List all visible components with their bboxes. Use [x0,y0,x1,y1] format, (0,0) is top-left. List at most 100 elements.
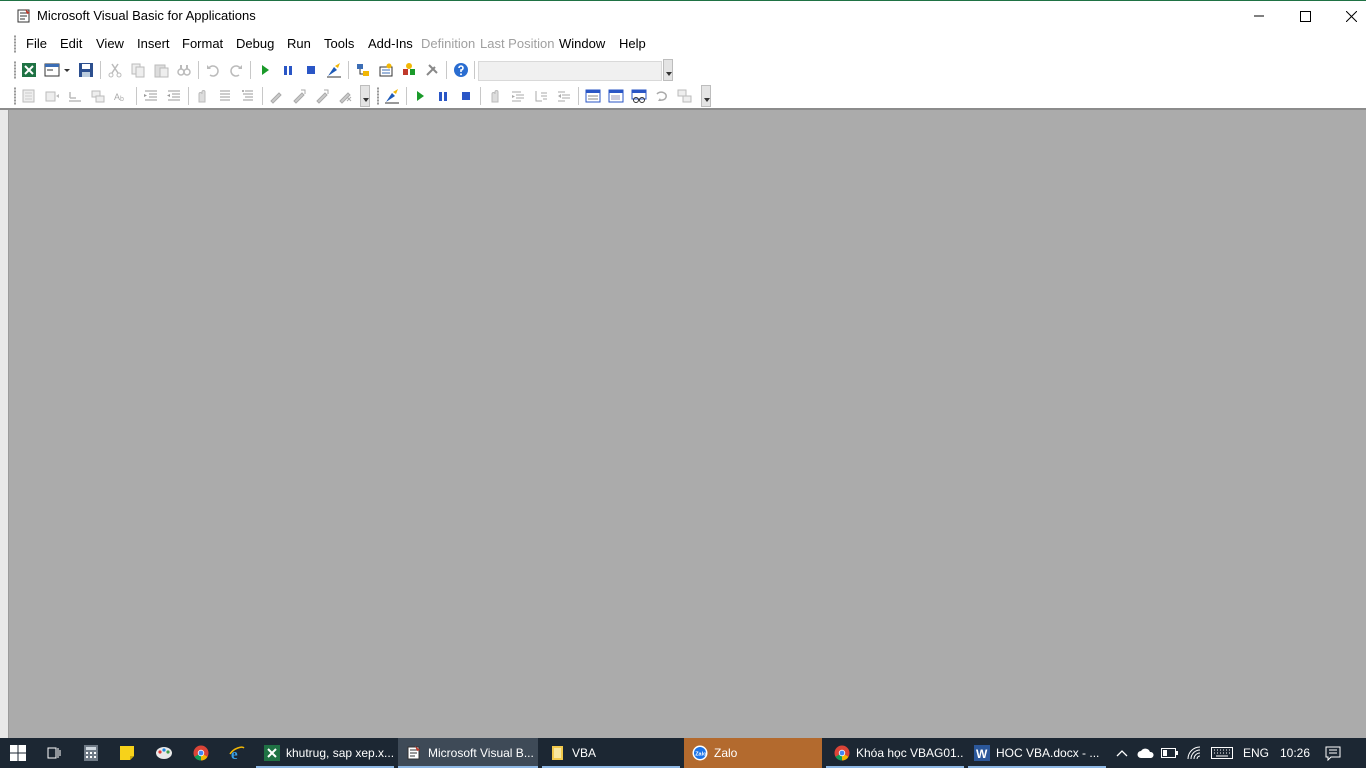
tray-battery[interactable] [1158,738,1182,768]
ie-taskbar-button[interactable]: e [220,738,254,768]
edit-toolbar-overflow-button[interactable] [360,85,370,107]
debug-toolbar [373,83,713,109]
quick-watch-icon[interactable] [654,88,670,104]
run-icon[interactable] [412,88,428,104]
menu-window[interactable]: Window [559,36,605,51]
taskbar-app-word[interactable]: W HOC VBA.docx - ... [968,738,1106,768]
start-button[interactable] [0,738,36,768]
design-mode-icon[interactable] [384,88,400,104]
debug-toolbar-overflow-button[interactable] [701,85,711,107]
menu-help[interactable]: Help [619,36,646,51]
complete-word-icon[interactable]: Ab [113,88,129,104]
project-explorer-icon[interactable] [355,62,371,78]
outdent-icon[interactable] [166,88,182,104]
tray-touch-keyboard[interactable] [1208,738,1236,768]
save-icon[interactable] [78,62,94,78]
menu-debug[interactable]: Debug [236,36,274,51]
separator [474,61,475,79]
task-view-icon [47,747,61,759]
tray-onedrive[interactable] [1134,738,1158,768]
sticky-notes-icon [120,746,134,760]
locals-window-icon[interactable] [585,88,601,104]
taskbar-app-vba[interactable]: Microsoft Visual B... [398,738,538,768]
properties-icon[interactable] [378,62,394,78]
calculator-icon [84,745,98,761]
input-language-indicator[interactable]: ENG [1243,746,1269,760]
menu-run[interactable]: Run [287,36,311,51]
mdi-workspace[interactable] [9,110,1366,738]
sticky-notes-taskbar-button[interactable] [110,738,144,768]
menu-view[interactable]: View [96,36,124,51]
maximize-button[interactable] [1282,1,1328,31]
toggle-breakpoint-icon[interactable] [194,88,210,104]
break-icon[interactable] [435,88,451,104]
menu-format[interactable]: Format [182,36,223,51]
paste-icon[interactable] [153,62,169,78]
toggle-breakpoint-icon[interactable] [487,88,503,104]
taskbar-app-zalo[interactable]: Zalo Zalo [684,738,822,768]
task-view-button[interactable] [36,738,72,768]
taskbar-app-explorer-vba[interactable]: VBA [542,738,680,768]
immediate-window-icon[interactable] [608,88,624,104]
standard-toolbar-overflow-button[interactable] [663,59,673,81]
tray-network[interactable] [1184,738,1206,768]
copy-icon[interactable] [130,62,146,78]
menubar-grip[interactable] [14,35,17,53]
call-stack-icon[interactable] [677,88,693,104]
redo-icon[interactable] [228,62,244,78]
toolbox-icon[interactable] [424,62,440,78]
step-out-icon[interactable] [556,88,572,104]
chevron-down-icon[interactable] [62,62,72,78]
keyboard-icon [1211,747,1233,759]
menu-add-ins[interactable]: Add-Ins [368,36,413,51]
close-button[interactable] [1328,1,1366,31]
chrome-taskbar-button[interactable] [184,738,218,768]
list-properties-icon[interactable] [21,88,37,104]
reset-icon[interactable] [303,62,319,78]
toggle-bookmark-icon[interactable] [268,88,284,104]
next-bookmark-icon[interactable] [291,88,307,104]
standard-toolbar-grip[interactable] [14,61,17,79]
menu-insert[interactable]: Insert [137,36,170,51]
help-icon[interactable] [453,62,469,78]
edit-toolbar-grip[interactable] [14,87,17,105]
menu-definition[interactable]: Definition [421,36,475,51]
insert-userform-icon[interactable] [44,62,60,78]
quick-info-icon[interactable] [67,88,83,104]
list-constants-icon[interactable] [44,88,60,104]
debug-toolbar-grip[interactable] [377,87,380,105]
find-icon[interactable] [176,62,192,78]
uncomment-block-icon[interactable] [240,88,256,104]
minimize-button[interactable] [1236,1,1282,31]
cut-icon[interactable] [107,62,123,78]
internet-explorer-icon: e [229,746,245,761]
calculator-taskbar-button[interactable] [74,738,108,768]
paint-taskbar-button[interactable] [146,738,182,768]
taskbar-app-chrome[interactable]: Khóa học VBAG01... [826,738,964,768]
tray-show-hidden-button[interactable] [1112,738,1132,768]
design-mode-icon[interactable] [326,62,342,78]
comment-block-icon[interactable] [217,88,233,104]
object-browser-icon[interactable] [401,62,417,78]
run-icon[interactable] [257,62,273,78]
undo-icon[interactable] [205,62,221,78]
indent-icon[interactable] [143,88,159,104]
title-bar[interactable]: Microsoft Visual Basic for Applications [0,0,1366,30]
parameter-info-icon[interactable] [90,88,106,104]
break-icon[interactable] [280,62,296,78]
step-over-icon[interactable] [533,88,549,104]
menu-file[interactable]: File [26,36,47,51]
view-excel-icon[interactable] [21,62,37,78]
action-center-button[interactable] [1318,738,1348,768]
step-into-icon[interactable] [510,88,526,104]
menu-edit[interactable]: Edit [60,36,82,51]
menu-last-position[interactable]: Last Position [480,36,554,51]
clock[interactable]: 10:26 [1280,746,1310,760]
menu-tools[interactable]: Tools [324,36,354,51]
previous-bookmark-icon[interactable] [314,88,330,104]
chevron-up-icon [1116,750,1128,757]
watch-window-icon[interactable] [631,88,647,104]
clear-bookmarks-icon[interactable] [337,88,353,104]
reset-icon[interactable] [458,88,474,104]
taskbar-app-excel[interactable]: khutrug, sap xep.x... [256,738,394,768]
